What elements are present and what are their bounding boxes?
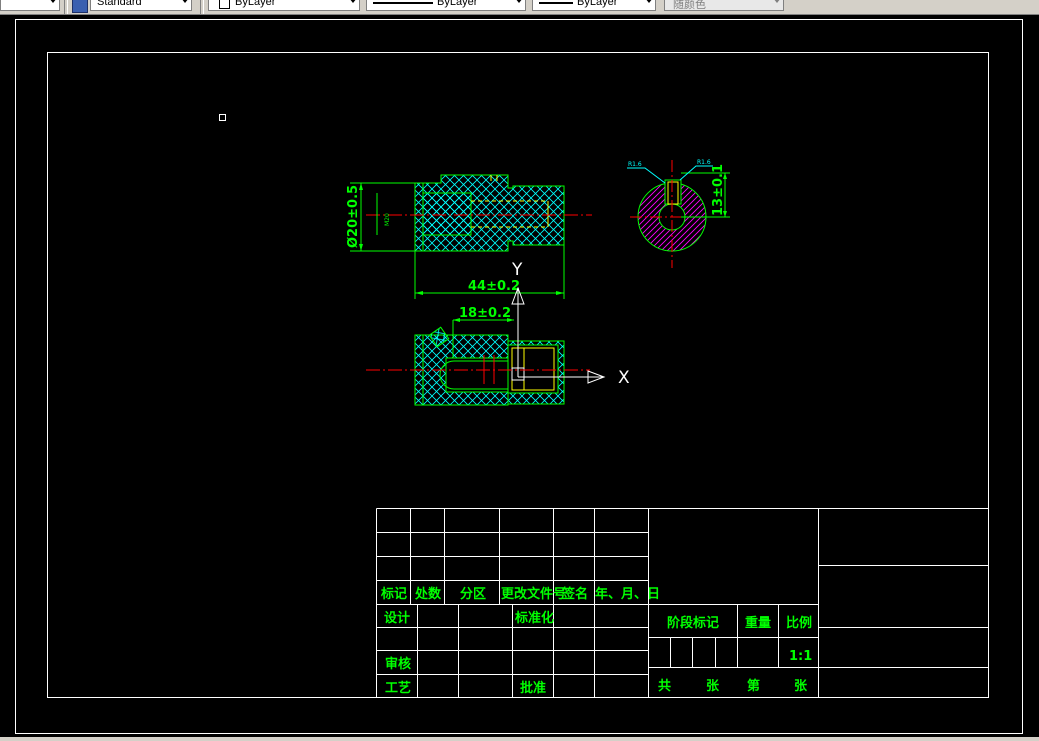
status-strip <box>0 737 1039 741</box>
tb-mark: 标记 <box>380 586 407 602</box>
leader-right: R1.6 <box>697 159 711 166</box>
dim-length: 44±0.2 <box>468 279 520 294</box>
tb-scale-label: 比例 <box>786 615 812 631</box>
chevron-down-icon <box>181 0 189 3</box>
tb-signature: 签名 <box>561 586 588 602</box>
toolbar-separator <box>64 0 68 14</box>
dim-height: 13±0.1 <box>711 164 726 216</box>
chevron-down-icon <box>645 0 653 3</box>
lineweight-sample-icon <box>539 2 573 4</box>
tb-total: 共 <box>658 678 671 694</box>
linetype-sample-icon <box>373 2 433 4</box>
chevron-down-icon <box>349 0 357 3</box>
title-block <box>376 508 989 698</box>
lineweight-combo[interactable]: ByLayer <box>532 0 656 11</box>
tb-review: 审核 <box>385 656 411 672</box>
leader-left: R1.6 <box>628 161 642 168</box>
tb-zone: 分区 <box>460 586 486 602</box>
tb-approve: 批准 <box>520 680 546 696</box>
tb-change-doc: 更改文件号 <box>501 586 566 602</box>
toolbar-separator <box>200 0 204 14</box>
tb-process: 工艺 <box>385 680 411 696</box>
side-view: 13±0.1 R1.6 R1.6 <box>627 159 730 268</box>
axis-label-y: Y <box>511 260 523 280</box>
tb-scale-value: 1:1 <box>789 649 812 664</box>
tb-sheet-no: 第 <box>747 678 760 694</box>
tb-count: 处数 <box>414 586 442 602</box>
tb-design: 设计 <box>384 610 410 626</box>
tb-weight: 重量 <box>745 615 771 631</box>
linetype-combo[interactable]: ByLayer <box>366 0 526 11</box>
tb-stage-mark: 阶段标记 <box>667 615 719 631</box>
properties-toolbar: Standard ByLayer ByLayer ByLayer 随颜色 <box>0 0 1039 15</box>
dim-small-left: M20 <box>384 213 391 226</box>
cursor-pickbox-icon <box>219 114 226 121</box>
chevron-down-icon <box>515 0 523 3</box>
chevron-down-icon <box>773 0 781 3</box>
dim-offset: 18±0.2 <box>459 306 511 321</box>
layer-color-combo[interactable]: ByLayer <box>208 0 360 11</box>
text-style-combo[interactable]: Standard <box>90 0 192 11</box>
chevron-down-icon <box>49 0 57 3</box>
first-combo[interactable] <box>0 0 60 11</box>
front-view: Ø20±0.5 M20 44±0.2 Y <box>346 174 592 299</box>
drawing-svg: Ø20±0.5 M20 44±0.2 Y 13±0.1 R1.6 R1.6 X … <box>15 19 1023 734</box>
axis-label-x: X <box>618 368 630 388</box>
text-style-icon[interactable] <box>72 0 88 13</box>
color-swatch-icon <box>219 0 230 9</box>
tb-date: 年、月、日 <box>595 586 660 602</box>
drawing-canvas[interactable]: Ø20±0.5 M20 44±0.2 Y 13±0.1 R1.6 R1.6 X … <box>0 15 1039 737</box>
tb-standardize: 标准化 <box>514 610 554 626</box>
top-view: X 18±0.2 <box>366 286 630 406</box>
plotstyle-combo[interactable]: 随颜色 <box>664 0 784 11</box>
dim-diameter: Ø20±0.5 <box>346 185 361 248</box>
tb-sheets2: 张 <box>794 679 808 694</box>
tb-sheets: 张 <box>706 679 720 694</box>
